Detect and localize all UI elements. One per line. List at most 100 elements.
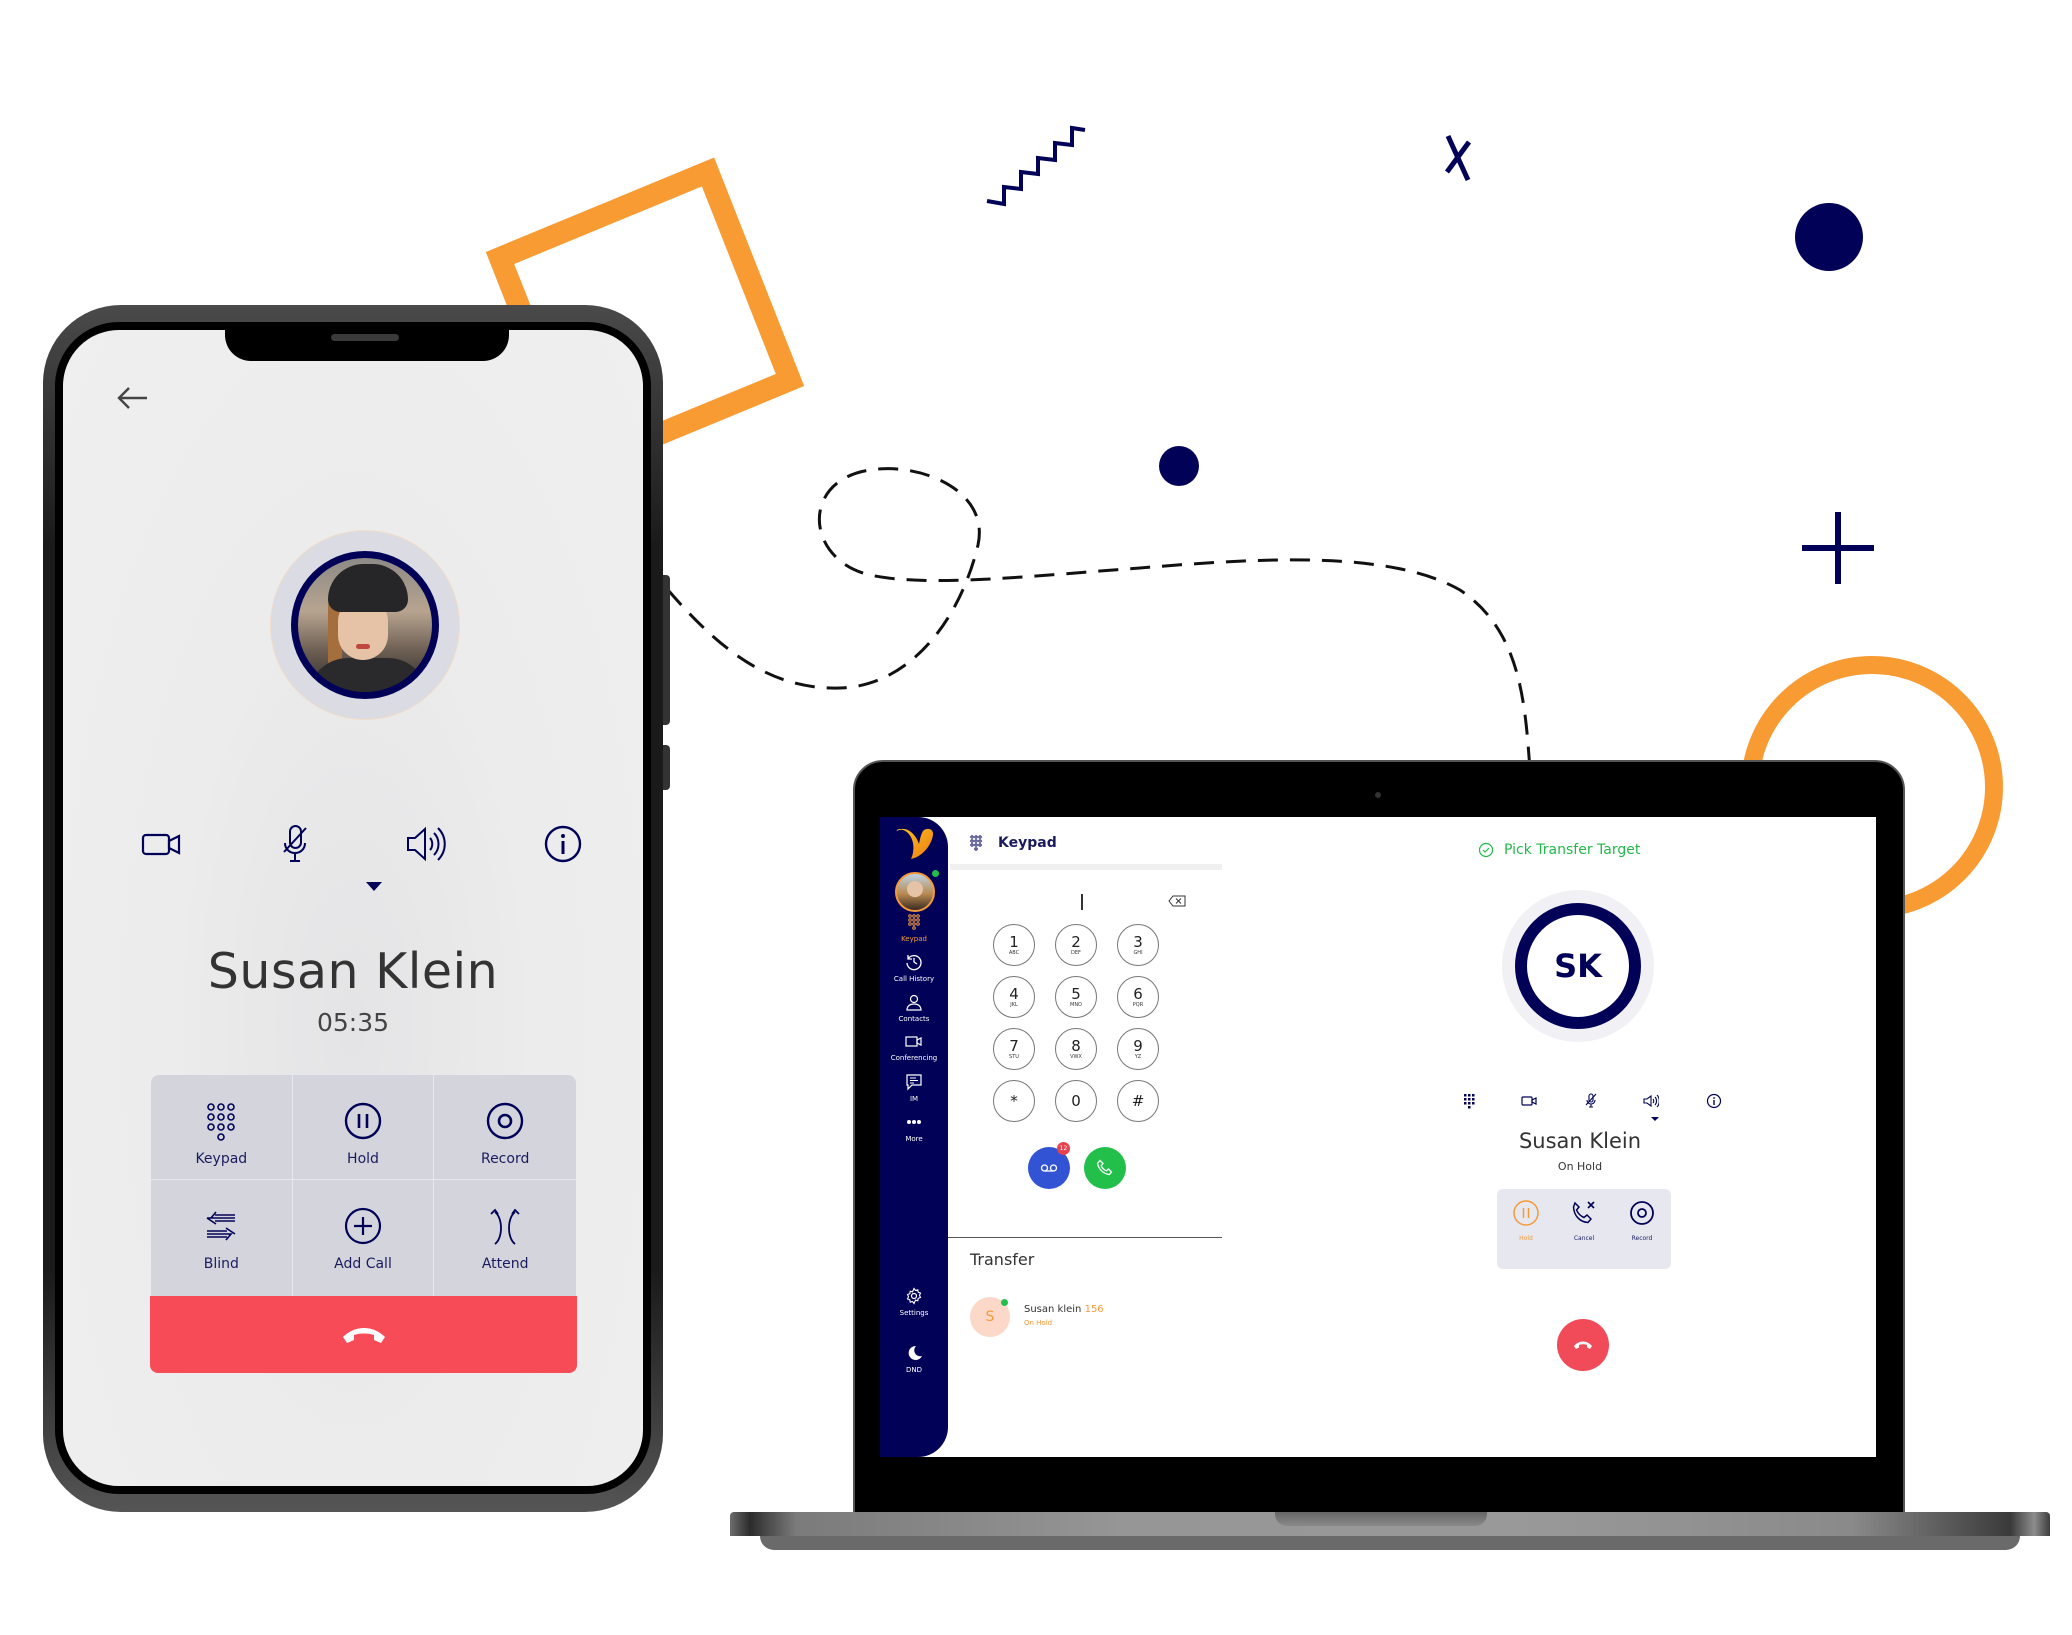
transfer-contact-name: Susan klein 156 — [1024, 1304, 1104, 1315]
sidebar-item-more[interactable]: More — [880, 1113, 948, 1143]
voicemail-icon — [1040, 1164, 1058, 1172]
back-button[interactable] — [113, 380, 153, 416]
dial-key-digit: 5 — [1071, 984, 1081, 1003]
action-label: Hold — [347, 1151, 379, 1167]
mute-button[interactable] — [1583, 1093, 1599, 1109]
text-cursor — [1081, 894, 1083, 910]
hold-action-button[interactable]: Hold — [292, 1075, 435, 1180]
microphone-off-icon — [1585, 1093, 1597, 1108]
dial-key-digit: 4 — [1009, 984, 1019, 1003]
transfer-contact-status: On Hold — [1024, 1319, 1053, 1327]
dial-key[interactable]: 1 ABC — [993, 924, 1035, 966]
dialpad-icon — [207, 1103, 236, 1141]
sidebar-item-dnd[interactable]: DND — [880, 1344, 948, 1374]
dial-key[interactable]: 8 VWX — [1055, 1028, 1097, 1070]
sidebar-item-label: Call History — [893, 975, 935, 983]
dial-key-letters: PQR — [1132, 1001, 1144, 1008]
dial-input[interactable] — [990, 889, 1160, 915]
video-button[interactable] — [137, 820, 185, 868]
sidebar-item-label: IM — [909, 1095, 919, 1103]
add-call-button[interactable]: Add Call — [293, 1180, 435, 1297]
user-avatar[interactable] — [895, 872, 935, 912]
phone-screen: Susan Klein 05:35 Keypad Hold Record Bli… — [55, 322, 651, 1494]
dial-key[interactable]: 9 YZ — [1117, 1028, 1159, 1070]
check-circle-icon — [1478, 842, 1494, 858]
record-action-button[interactable]: Record — [434, 1075, 576, 1180]
hang-up-icon — [1574, 1341, 1592, 1349]
dial-key[interactable]: # — [1117, 1080, 1159, 1122]
dial-pad: 1 ABC 2 DEF 3 GHI 4 JKL 5 MNO 6 PQR 7 STU 8 VWX 9 YZ * 0 # — [993, 924, 1159, 1122]
blind-transfer-button[interactable]: Blind — [151, 1180, 293, 1297]
phone-speaker-grille — [331, 334, 399, 341]
dial-key[interactable]: 7 STU — [993, 1028, 1035, 1070]
speaker-button[interactable] — [402, 820, 450, 868]
sidebar-item-label: Keypad — [901, 935, 927, 943]
laptop-base — [730, 1512, 2050, 1552]
hold-action-button[interactable]: Hold — [1501, 1199, 1551, 1269]
dial-key-letters: JKL — [1010, 1001, 1018, 1008]
attended-transfer-button[interactable]: Attend — [434, 1180, 576, 1297]
large-dot-shape — [1795, 203, 1863, 271]
end-call-button[interactable] — [1557, 1319, 1609, 1371]
plus-shape — [1802, 512, 1874, 584]
sidebar-item-conferencing[interactable]: Conferencing — [880, 1032, 948, 1062]
dial-key-letters: GHI — [1133, 949, 1143, 956]
presence-indicator — [932, 870, 939, 877]
gear-icon — [906, 1287, 922, 1305]
sidebar-item-label: Contacts — [898, 1015, 930, 1023]
zigzag-shape — [986, 125, 1086, 207]
video-button[interactable] — [1521, 1093, 1537, 1109]
dial-key[interactable]: * — [993, 1080, 1035, 1122]
keypad-toggle-button[interactable] — [1461, 1093, 1477, 1109]
dial-key[interactable]: 0 — [1055, 1080, 1097, 1122]
speaker-icon — [1643, 1094, 1659, 1108]
sidebar-item-label: Settings — [899, 1309, 929, 1317]
info-icon — [1706, 1093, 1722, 1109]
small-dot-shape — [1159, 446, 1199, 486]
dial-key-digit: 3 — [1133, 932, 1143, 951]
pick-target-label: Pick Transfer Target — [1504, 842, 1641, 858]
speaker-button[interactable] — [1643, 1093, 1659, 1109]
hang-up-icon — [342, 1327, 385, 1343]
end-call-button[interactable] — [150, 1296, 577, 1373]
keypad-title: Keypad — [998, 835, 1057, 851]
dial-key[interactable]: 3 GHI — [1117, 924, 1159, 966]
sidebar-item-call-history[interactable]: Call History — [880, 953, 948, 983]
dial-key[interactable]: 2 DEF — [1055, 924, 1097, 966]
dial-key-digit: 1 — [1009, 932, 1019, 951]
sidebar-item-settings[interactable]: Settings — [880, 1287, 948, 1317]
dial-call-button[interactable] — [1084, 1147, 1126, 1189]
dial-key-digit: * — [1010, 1091, 1018, 1110]
cancel-action-button[interactable]: Cancel — [1559, 1199, 1609, 1269]
sidebar-item-im[interactable]: IM — [880, 1073, 948, 1103]
dial-key-digit: 0 — [1071, 1091, 1081, 1110]
chat-icon — [906, 1074, 922, 1091]
sidebar-item-contacts[interactable]: Contacts — [880, 993, 948, 1023]
keypad-action-button[interactable]: Keypad — [151, 1075, 293, 1180]
dial-key[interactable]: 6 PQR — [1117, 976, 1159, 1018]
video-camera-icon — [905, 1036, 922, 1047]
info-button[interactable] — [1706, 1093, 1722, 1109]
sidebar-item-keypad[interactable]: Keypad — [880, 913, 948, 943]
dial-key[interactable]: 4 JKL — [993, 976, 1035, 1018]
dial-key[interactable]: 5 MNO — [1055, 976, 1097, 1018]
dial-key-digit: 7 — [1009, 1036, 1019, 1055]
phone-icon — [1096, 1159, 1113, 1176]
mute-button[interactable] — [271, 820, 319, 868]
presence-indicator — [1001, 1299, 1008, 1306]
speaker-dropdown-caret[interactable] — [1651, 1117, 1659, 1121]
call-timer: 05:35 — [316, 1008, 390, 1037]
action-label: Record — [480, 1151, 530, 1167]
laptop: Keypad Call History Contacts Conferencin… — [853, 760, 1905, 1518]
record-action-button[interactable]: Record — [1617, 1199, 1667, 1269]
backspace-icon[interactable] — [1168, 895, 1186, 907]
dashed-path-shape — [666, 467, 1532, 771]
action-label: Add Call — [334, 1256, 392, 1272]
transfer-title: Transfer — [970, 1250, 1035, 1269]
info-button[interactable] — [539, 820, 587, 868]
pick-transfer-target[interactable]: Pick Transfer Target — [1478, 842, 1640, 858]
call-actions-panel: Hold Cancel Record — [1497, 1189, 1671, 1269]
transfer-list-item[interactable]: S Susan klein 156 On Hold — [970, 1297, 1170, 1339]
speaker-dropdown-caret[interactable] — [366, 882, 382, 891]
add-circle-icon — [344, 1207, 382, 1245]
